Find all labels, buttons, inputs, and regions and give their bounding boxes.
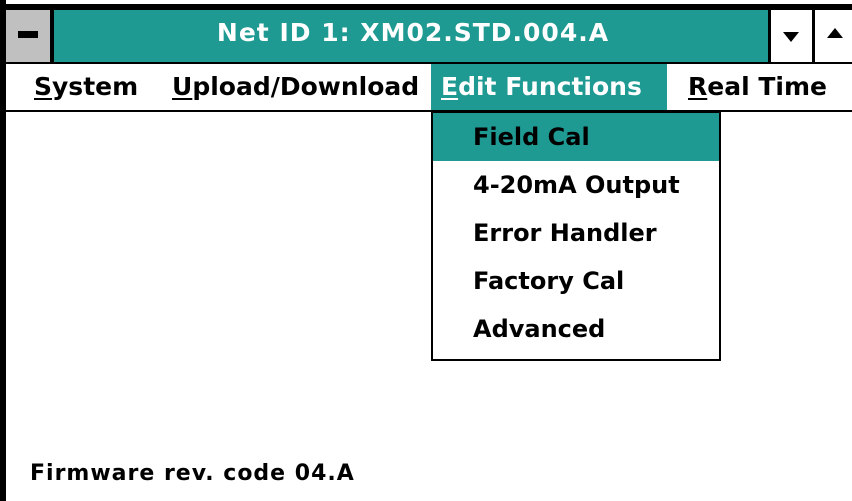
menu-edit-functions[interactable]: Edit Functions bbox=[431, 64, 667, 110]
system-menu-icon bbox=[18, 31, 38, 38]
window-title: Net ID 1: XM02.STD.004.A bbox=[216, 18, 610, 47]
menu-item-factory-cal[interactable]: Factory Cal bbox=[433, 257, 719, 305]
menu-system[interactable]: System bbox=[24, 64, 148, 110]
menu-real-time[interactable]: Real Time bbox=[678, 64, 837, 110]
firmware-status-text: Firmware rev. code 04.A bbox=[30, 461, 355, 486]
menu-item-field-cal[interactable]: Field Cal bbox=[433, 113, 719, 161]
maximize-icon bbox=[827, 28, 843, 38]
minimize-button[interactable] bbox=[768, 10, 812, 62]
menu-item-advanced[interactable]: Advanced bbox=[433, 305, 719, 353]
maximize-button[interactable] bbox=[812, 10, 852, 62]
minimize-icon bbox=[783, 32, 799, 42]
edit-functions-dropdown: Field Cal 4-20mA Output Error Handler Fa… bbox=[431, 111, 721, 361]
menu-upload-download[interactable]: Upload/Download bbox=[162, 64, 429, 110]
menu-bar: System Upload/Download Edit Functions Re… bbox=[6, 64, 852, 112]
app-window: Net ID 1: XM02.STD.004.A System Upload/D… bbox=[0, 0, 852, 501]
title-bar[interactable]: Net ID 1: XM02.STD.004.A bbox=[6, 4, 852, 64]
system-menu-button[interactable] bbox=[6, 10, 54, 62]
menu-item-error-handler[interactable]: Error Handler bbox=[433, 209, 719, 257]
menu-item-4-20ma-output[interactable]: 4-20mA Output bbox=[433, 161, 719, 209]
